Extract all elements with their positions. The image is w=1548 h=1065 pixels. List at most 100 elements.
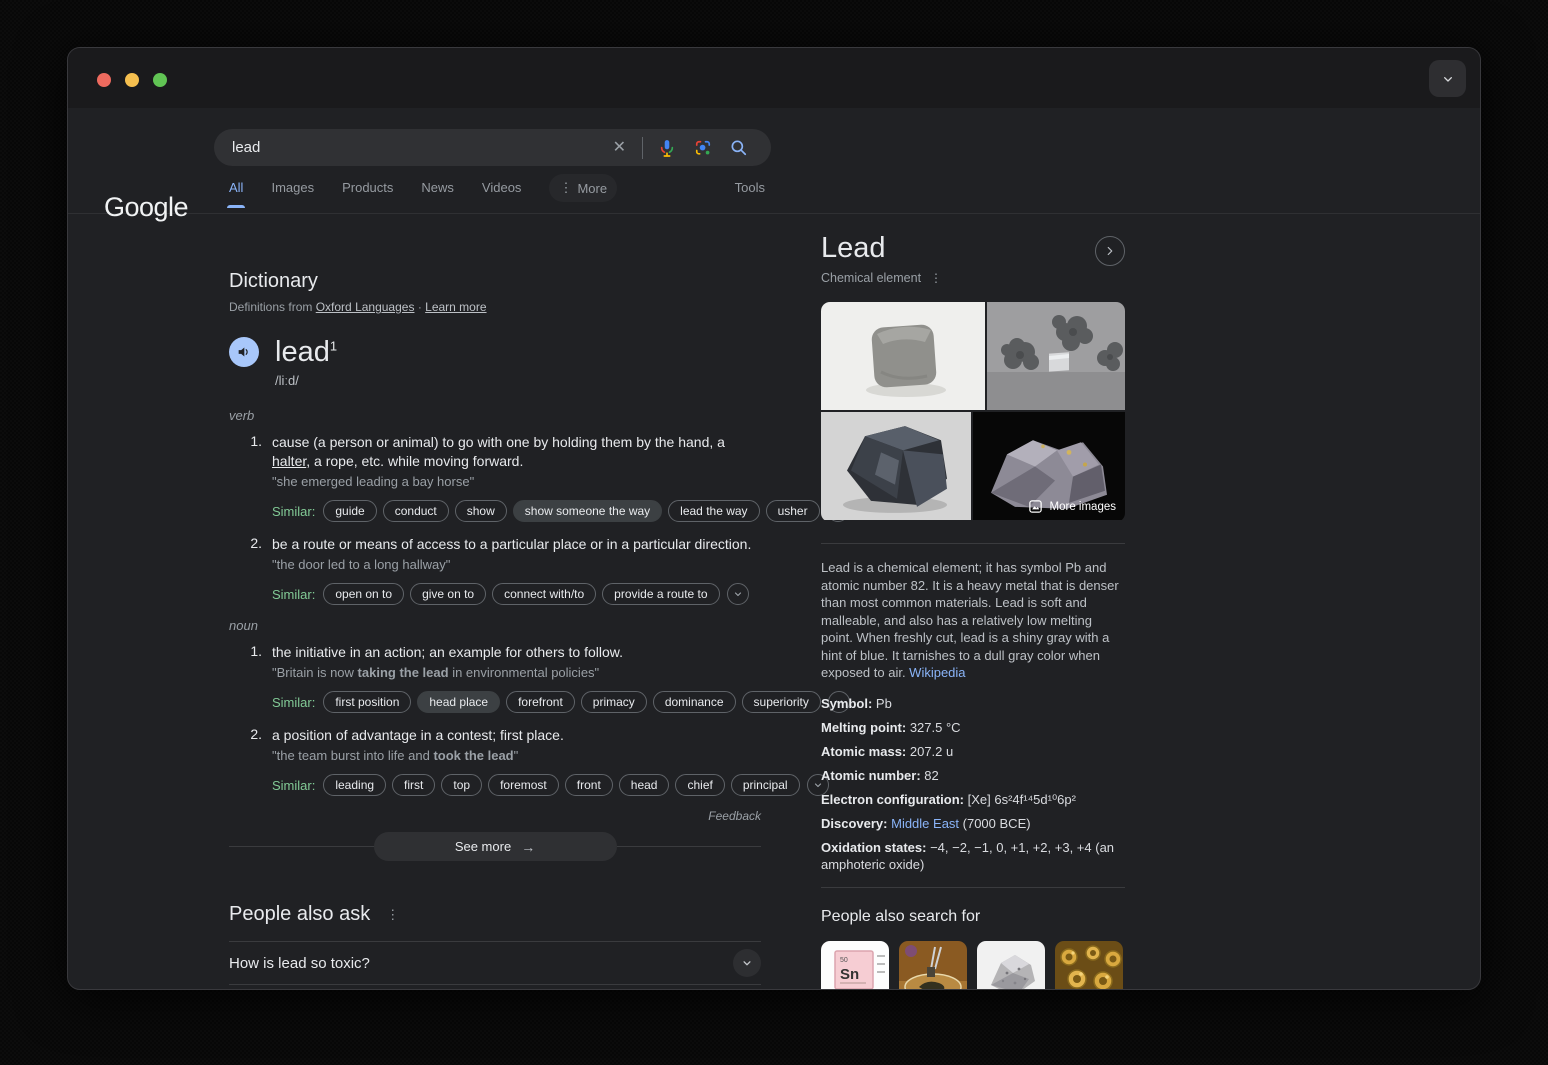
similar-term-pill[interactable]: guide <box>323 500 376 522</box>
window-chevron-button[interactable] <box>1429 60 1466 97</box>
kp-image-lead-metal-chunk[interactable] <box>821 412 971 520</box>
halter-link[interactable]: halter <box>272 453 306 469</box>
fact-atomic-mass: Atomic mass: 207.2 u <box>821 743 1125 760</box>
tab-news[interactable]: News <box>421 172 454 208</box>
similar-label: Similar: <box>272 587 315 602</box>
paa-question-row[interactable]: Is it LED or lead? <box>229 985 761 990</box>
definition-text: be a route or means of access to a parti… <box>272 535 761 554</box>
tab-videos[interactable]: Videos <box>482 172 522 208</box>
similar-term-pill[interactable]: conduct <box>383 500 449 522</box>
similar-pills: open on to give on to connect with/to provi… <box>323 583 719 605</box>
pasf-thumb-antimony-ore[interactable] <box>977 941 1045 991</box>
similar-term-pill[interactable]: forefront <box>506 691 575 713</box>
people-also-search-heading: People also search for <box>821 908 1125 926</box>
google-logo[interactable]: Google <box>104 192 188 223</box>
middle-east-link[interactable]: Middle East <box>891 816 959 831</box>
search-icon <box>729 138 749 158</box>
similar-label: Similar: <box>272 695 315 710</box>
tab-all[interactable]: All <box>229 172 243 208</box>
similar-term-pill[interactable]: chief <box>675 774 724 796</box>
similar-term-pill[interactable]: head place <box>417 691 500 713</box>
knowledge-panel: Lead Chemical element ⋮ <box>821 233 1125 990</box>
kebab-icon: ⋮ <box>386 907 399 922</box>
browser-window: Google ✕ <box>67 47 1481 990</box>
similar-term-pill[interactable]: leading <box>323 774 386 796</box>
wikipedia-link[interactable]: Wikipedia <box>909 665 965 680</box>
paa-question-text: How is lead so toxic? <box>229 955 370 972</box>
similar-term-pill[interactable]: primacy <box>581 691 647 713</box>
close-button[interactable] <box>97 73 111 87</box>
divider <box>821 887 1125 888</box>
learn-more-link[interactable]: Learn more <box>425 300 486 314</box>
similar-term-pill[interactable]: top <box>441 774 482 796</box>
kp-expand-button[interactable] <box>1095 236 1125 266</box>
chevron-down-icon <box>740 956 754 970</box>
fact-atomic-number: Atomic number: 82 <box>821 767 1125 784</box>
oxford-languages-link[interactable]: Oxford Languages <box>316 300 415 314</box>
kp-image-lead-metal-cube[interactable] <box>821 302 985 410</box>
kp-image-lead-crystal-clusters[interactable] <box>987 302 1125 410</box>
google-lens-button[interactable] <box>685 138 721 158</box>
similar-term-pill[interactable]: first <box>392 774 435 796</box>
kp-menu-button[interactable]: ⋮ <box>930 271 942 285</box>
mic-icon <box>657 138 677 158</box>
similar-term-pill[interactable]: head <box>619 774 670 796</box>
pronounce-button[interactable] <box>229 337 259 367</box>
voice-search-button[interactable] <box>649 138 685 158</box>
similar-term-pill[interactable]: first position <box>323 691 411 713</box>
similar-term-pill[interactable]: give on to <box>410 583 486 605</box>
similar-term-pill[interactable]: show someone the way <box>513 500 662 522</box>
similar-term-pill[interactable]: usher <box>766 500 820 522</box>
more-images-button[interactable]: More images <box>1028 499 1116 514</box>
tab-images[interactable]: Images <box>271 172 314 208</box>
paa-expand-button[interactable] <box>733 949 761 977</box>
search-input[interactable] <box>232 139 603 156</box>
definition-number: 1. <box>245 643 262 713</box>
maximize-button[interactable] <box>153 73 167 87</box>
fact-oxidation-states: Oxidation states: −4, −2, −1, 0, +1, +2,… <box>821 839 1125 873</box>
tools-button[interactable]: Tools <box>735 180 765 195</box>
similar-row: Similar: first position head place forefro… <box>272 691 761 713</box>
see-more-button[interactable]: See more → <box>374 832 617 861</box>
kebab-icon: ⋮ <box>930 271 942 285</box>
similar-term-pill[interactable]: open on to <box>323 583 404 605</box>
definition-number: 2. <box>245 726 262 796</box>
titlebar <box>68 48 1480 108</box>
similar-expand-button[interactable] <box>727 583 749 605</box>
similar-term-pill[interactable]: superiority <box>742 691 821 713</box>
chevron-right-icon <box>1103 244 1117 258</box>
svg-text:Sn: Sn <box>840 966 859 983</box>
dictionary-feedback-link[interactable]: Feedback <box>229 809 761 823</box>
similar-term-pill[interactable]: connect with/to <box>492 583 596 605</box>
main-results-column: Dictionary Definitions from Oxford Langu… <box>229 270 761 990</box>
definition-entry: 1. the initiative in an action; an examp… <box>229 643 761 713</box>
kp-facts: Symbol: Pb Melting point: 327.5 °C Atomi… <box>821 695 1125 873</box>
fact-symbol: Symbol: Pb <box>821 695 1125 712</box>
tab-products[interactable]: Products <box>342 172 393 208</box>
similar-term-pill[interactable]: principal <box>731 774 800 796</box>
similar-term-pill[interactable]: show <box>455 500 507 522</box>
similar-term-pill[interactable]: front <box>565 774 613 796</box>
example-text: "the door led to a long hallway" <box>272 556 761 574</box>
paa-menu-button[interactable]: ⋮ <box>386 907 399 923</box>
search-submit-button[interactable] <box>721 138 757 158</box>
tab-more[interactable]: ⋮More <box>549 174 617 202</box>
pasf-thumb-molten-metal-dish[interactable] <box>899 941 967 991</box>
definition-text: cause (a person or animal) to go with on… <box>272 433 761 471</box>
fact-melting-point: Melting point: 327.5 °C <box>821 719 1125 736</box>
similar-term-pill[interactable]: foremost <box>488 774 559 796</box>
pasf-thumb-tin-element-card[interactable]: 50 Sn <box>821 941 889 991</box>
speaker-icon <box>236 344 252 360</box>
pasf-thumb-brass-fittings[interactable] <box>1055 941 1123 991</box>
similar-term-pill[interactable]: lead the way <box>668 500 759 522</box>
minimize-button[interactable] <box>125 73 139 87</box>
similar-term-pill[interactable]: dominance <box>653 691 736 713</box>
paa-question-row[interactable]: How is lead so toxic? <box>229 942 761 985</box>
clear-search-button[interactable]: ✕ <box>603 140 636 156</box>
people-also-search-thumbs: 50 Sn <box>821 941 1125 991</box>
arrow-right-icon: → <box>521 839 535 855</box>
similar-term-pill[interactable]: provide a route to <box>602 583 719 605</box>
see-more-container: See more → <box>229 832 761 861</box>
google-lens-icon <box>693 138 713 158</box>
similar-label: Similar: <box>272 504 315 519</box>
